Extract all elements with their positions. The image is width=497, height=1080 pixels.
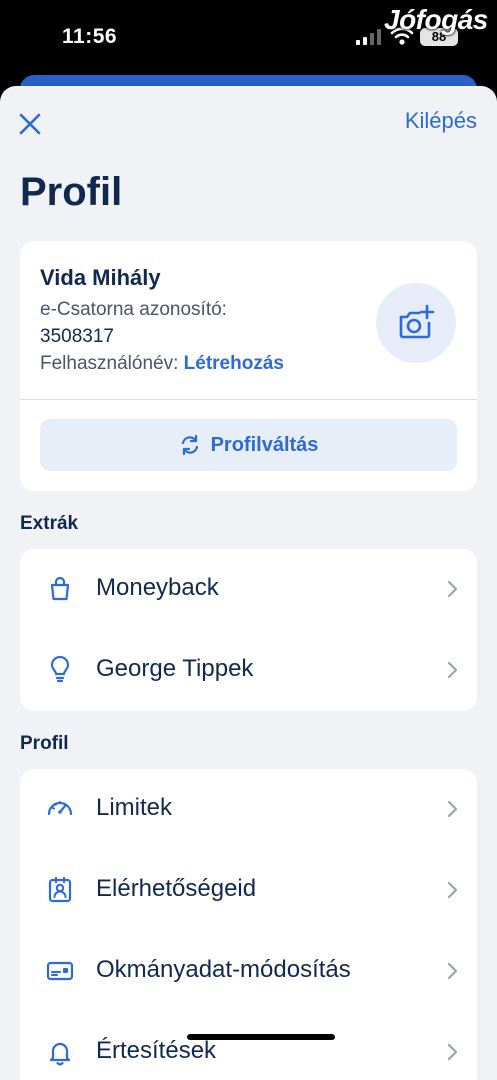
- profile-section-heading: Profil: [20, 733, 69, 754]
- list-item-george-tippek[interactable]: George Tippek: [20, 630, 477, 710]
- list-item-label: Elérhetőségeid: [96, 875, 257, 902]
- username-label: Felhasználónév:: [40, 353, 179, 374]
- extras-heading: Extrák: [20, 513, 79, 534]
- chevron-right-icon: [447, 881, 458, 899]
- chevron-right-icon: [447, 661, 458, 679]
- list-item-label: Okmányadat-módosítás: [96, 956, 351, 983]
- profile-switch-label: Profilváltás: [210, 433, 319, 456]
- logout-link[interactable]: Kilépés: [405, 108, 477, 134]
- list-item-ertesitesek[interactable]: Értesítések: [20, 1012, 477, 1080]
- username-create-link[interactable]: Létrehozás: [184, 353, 284, 374]
- chevron-right-icon: [447, 580, 458, 598]
- bell-icon: [49, 1042, 71, 1066]
- ecs-id: 3508317: [40, 326, 114, 347]
- id-card-icon: [46, 961, 74, 981]
- home-indicator[interactable]: [187, 1034, 335, 1040]
- list-item-label: Limitek: [96, 794, 173, 821]
- watermark-logo: Jófogás: [384, 4, 488, 35]
- profile-divider: [20, 399, 477, 400]
- list-item-label: George Tippek: [96, 655, 254, 682]
- list-item-limitek[interactable]: Limitek: [20, 769, 477, 849]
- status-time: 11:56: [62, 25, 118, 48]
- list-item-moneyback[interactable]: Moneyback: [20, 549, 477, 629]
- add-photo-button[interactable]: [376, 283, 456, 363]
- list-item-label: Moneyback: [96, 574, 219, 601]
- close-icon[interactable]: [16, 110, 44, 138]
- camera-plus-icon: [399, 304, 435, 339]
- chevron-right-icon: [447, 800, 458, 818]
- profile-card: Vida Mihály e-Csatorna azonosító: 350831…: [20, 241, 477, 491]
- list-item-okmanyadat-modositas[interactable]: Okmányadat-módosítás: [20, 931, 477, 1011]
- refresh-icon: [181, 434, 198, 456]
- lightbulb-icon: [50, 656, 70, 683]
- ecs-label: e-Csatorna azonosító:: [40, 299, 227, 320]
- list-item-label: Értesítések: [96, 1037, 217, 1064]
- list-item-elerhetosegeid[interactable]: Elérhetőségeid: [20, 850, 477, 930]
- profile-switch-button[interactable]: Profilváltás: [40, 419, 457, 471]
- profile-sheet: Kilépés Profil Vida Mihály e-Csatorna az…: [0, 86, 497, 1080]
- username-row: Felhasználónév: Létrehozás: [40, 353, 284, 375]
- page-title: Profil: [20, 170, 123, 214]
- chevron-right-icon: [447, 1043, 458, 1061]
- shopping-bag-icon: [50, 576, 70, 601]
- extras-card: Moneyback George Tippek: [20, 549, 477, 711]
- profile-name: Vida Mihály: [40, 265, 161, 290]
- cellular-signal-icon: [356, 29, 381, 45]
- contact-card-icon: [48, 876, 72, 903]
- chevron-right-icon: [447, 962, 458, 980]
- status-bar: 11:56 88 Jófogás: [0, 0, 497, 75]
- speedometer-icon: [47, 801, 73, 816]
